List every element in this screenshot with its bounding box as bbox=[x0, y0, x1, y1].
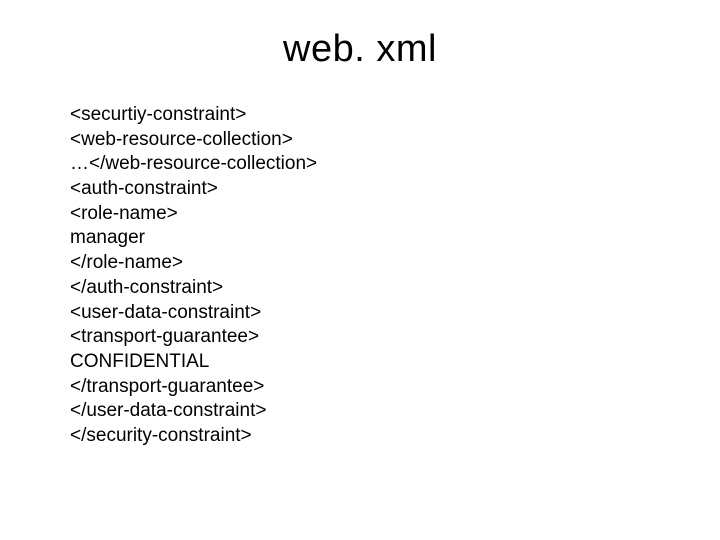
code-line: </user-data-constraint> bbox=[70, 399, 720, 424]
code-block: <securtiy-constraint> <web-resource-coll… bbox=[70, 103, 720, 449]
code-line: <user-data-constraint> bbox=[70, 301, 720, 326]
code-line: <role-name> bbox=[70, 202, 720, 227]
slide-title: web. xml bbox=[0, 28, 720, 71]
code-line: CONFIDENTIAL bbox=[70, 350, 720, 375]
code-line: </auth-constraint> bbox=[70, 276, 720, 301]
code-line: </security-constraint> bbox=[70, 424, 720, 449]
slide-container: web. xml <securtiy-constraint> <web-reso… bbox=[0, 0, 720, 540]
code-line: …</web-resource-collection> bbox=[70, 152, 720, 177]
code-line: <web-resource-collection> bbox=[70, 128, 720, 153]
code-line: </transport-guarantee> bbox=[70, 375, 720, 400]
code-line: <auth-constraint> bbox=[70, 177, 720, 202]
code-line: <transport-guarantee> bbox=[70, 325, 720, 350]
code-line: manager bbox=[70, 226, 720, 251]
code-line: </role-name> bbox=[70, 251, 720, 276]
code-line: <securtiy-constraint> bbox=[70, 103, 720, 128]
